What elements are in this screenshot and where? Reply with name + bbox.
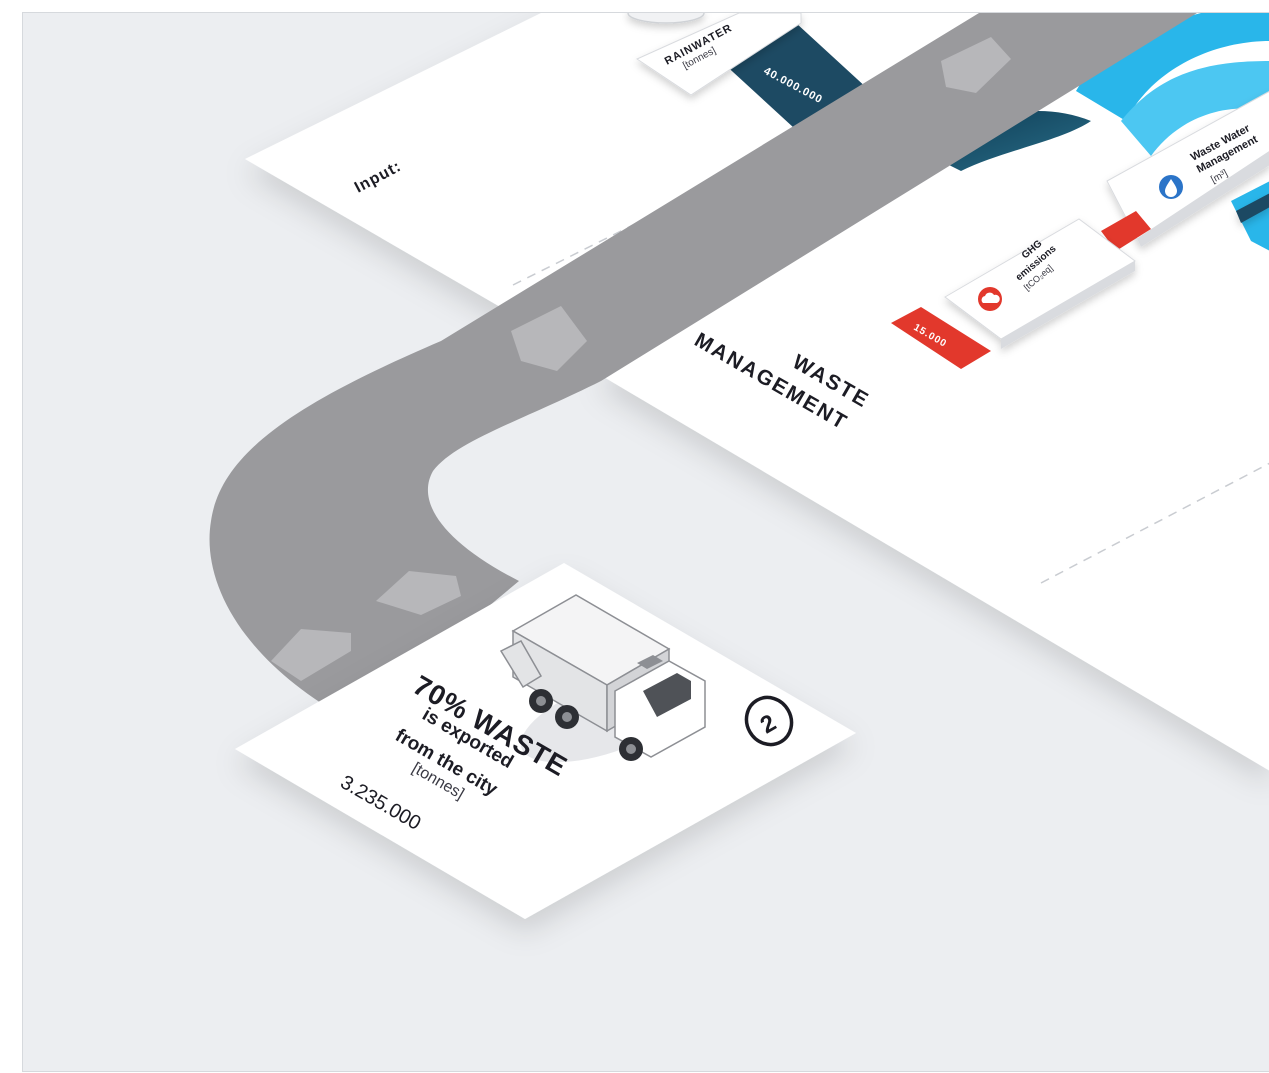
diagram-frame: 40.000.000 RAINWATER [tonnes] Input: Was… xyxy=(22,12,1269,1072)
cloud-icon xyxy=(978,287,1002,311)
droplet-icon xyxy=(1159,175,1183,199)
isometric-diagram: 40.000.000 RAINWATER [tonnes] Input: Was… xyxy=(209,13,1269,919)
